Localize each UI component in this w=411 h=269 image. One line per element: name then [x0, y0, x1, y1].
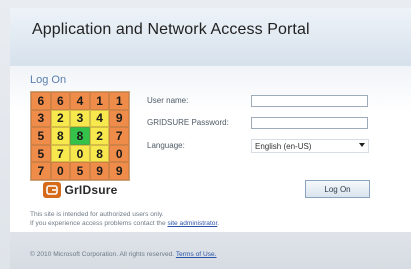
gridsure-logo: GrIDsure — [30, 181, 130, 199]
logon-button[interactable]: Log On — [305, 180, 370, 198]
grid-cell: 2 — [89, 127, 110, 145]
gridsure-g-icon — [45, 185, 58, 195]
gridsure-logo-mark-icon — [42, 182, 61, 198]
grid-cell: 1 — [109, 92, 129, 110]
grid-cell: 3 — [70, 109, 90, 128]
grid-cell: 2 — [50, 109, 71, 128]
grid-cell: 0 — [70, 144, 90, 163]
portal-header: Application and Network Access Portal — [10, 8, 411, 67]
password-label: GRIDSURE Password: — [147, 118, 229, 127]
grid-cell: 7 — [50, 144, 71, 163]
notice-line-2-suffix: . — [217, 220, 220, 227]
grid-cell: 0 — [50, 162, 71, 180]
chevron-down-icon — [359, 143, 365, 147]
grid-cell: 7 — [109, 127, 129, 145]
grid-cell: 9 — [109, 162, 129, 180]
grid-cell: 5 — [70, 162, 90, 180]
gridsure-grid: 6641132349588275708070599 — [30, 91, 130, 181]
gridsure-logo-text: GrIDsure — [64, 183, 118, 197]
grid-cell: 4 — [70, 92, 90, 110]
grid-cell: 8 — [89, 144, 110, 163]
grid-cell: 8 — [50, 127, 71, 145]
username-label: User name: — [147, 96, 189, 105]
copyright-text: © 2010 Microsoft Corporation. All rights… — [30, 251, 176, 258]
grid-cell: 0 — [109, 144, 129, 163]
terms-of-use-link[interactable]: Terms of Use. — [176, 251, 217, 258]
language-select-value: English (en-US) — [255, 141, 312, 151]
grid-cell: 8 — [70, 127, 90, 145]
grid-cell: 7 — [31, 162, 51, 180]
password-field[interactable] — [251, 117, 368, 129]
access-notice: This site is intended for authorized use… — [30, 210, 350, 228]
notice-line-1: This site is intended for authorized use… — [30, 211, 164, 218]
grid-cell: 6 — [31, 92, 51, 110]
grid-cell: 5 — [31, 144, 51, 163]
grid-cell: 9 — [109, 109, 129, 128]
portal-title: Application and Network Access Portal — [32, 21, 310, 38]
language-select[interactable]: English (en-US) — [251, 139, 369, 153]
notice-line-2: If you experience access problems contac… — [30, 219, 350, 228]
grid-cell: 9 — [89, 162, 110, 180]
grid-cell: 1 — [89, 92, 110, 110]
logon-title: Log On — [30, 74, 67, 86]
grid-cell: 5 — [31, 127, 51, 145]
notice-line-2-prefix: If you experience access problems contac… — [30, 220, 168, 227]
language-label: Language: — [147, 141, 185, 150]
grid-cell: 4 — [89, 109, 110, 128]
username-field[interactable] — [251, 95, 368, 107]
grid-cell: 6 — [50, 92, 71, 110]
site-administrator-link[interactable]: site administrator — [167, 220, 217, 227]
footer: © 2010 Microsoft Corporation. All rights… — [30, 251, 217, 258]
grid-cell: 3 — [31, 109, 51, 128]
